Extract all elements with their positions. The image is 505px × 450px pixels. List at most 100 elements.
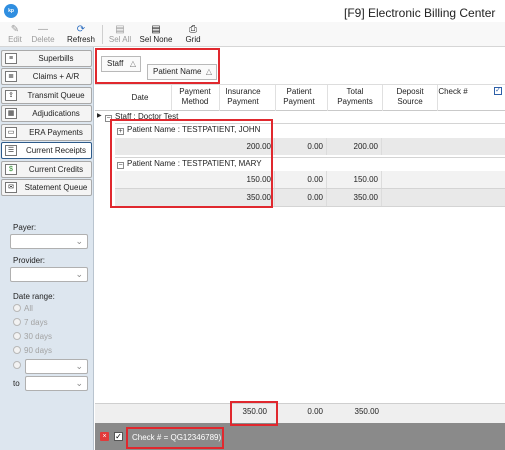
column-header: Date Payment Method Insurance Payment Pa…: [95, 85, 505, 111]
window-title: [F9] Electronic Billing Center: [344, 6, 496, 20]
date-to-dropdown[interactable]: ⌄: [25, 376, 88, 391]
refresh-button[interactable]: ⟳ Refresh: [65, 22, 97, 47]
date-range-label: Date range:: [13, 292, 55, 301]
col-divider: [382, 85, 383, 111]
delete-icon: —: [38, 24, 48, 35]
select-none-label: Sel None: [139, 35, 173, 44]
cell-total-payments: 150.00: [327, 171, 382, 188]
select-none-button[interactable]: ▤ Sel None: [137, 22, 175, 47]
sidebar-item-label: ERA Payments: [29, 128, 83, 137]
sidebar-item-superbills[interactable]: ≡ Superbills: [1, 50, 92, 67]
radio-dot-icon: [13, 318, 21, 326]
col-check-no[interactable]: Check #: [438, 87, 468, 97]
payer-dropdown[interactable]: ⌄: [10, 234, 88, 249]
payer-label: Payer:: [13, 223, 37, 232]
col-patient-payment[interactable]: Patient Payment: [276, 87, 322, 107]
sidebar-item-label: Statement Queue: [24, 183, 88, 192]
filter-enabled-checkbox[interactable]: ✓: [114, 432, 123, 441]
radio-all-label: All: [24, 304, 33, 313]
adjudications-icon: ▦: [5, 108, 17, 119]
date-from-dropdown[interactable]: ⌄: [25, 359, 88, 374]
radio-7-days-label: 7 days: [24, 318, 48, 327]
chevron-down-icon: ⌄: [75, 269, 83, 279]
radio-30-days-label: 30 days: [24, 332, 53, 341]
select-all-checkbox[interactable]: ✓: [494, 87, 502, 95]
sidebar-item-label: Claims + A/R: [32, 72, 80, 81]
clear-filter-button[interactable]: ×: [100, 432, 109, 441]
radio-7-days[interactable]: 7 days: [13, 318, 48, 327]
summary-grand-total: 350.00: [354, 407, 379, 416]
radio-30-days[interactable]: 30 days: [13, 332, 52, 341]
col-date[interactable]: Date: [117, 93, 163, 103]
col-payment-method[interactable]: Payment Method: [172, 87, 218, 107]
sidebar-item-claims[interactable]: ≣ Claims + A/R: [1, 68, 92, 85]
date-to-label: to: [13, 379, 20, 388]
edit-label: Edit: [8, 35, 22, 44]
sidebar-item-label: Current Receipts: [25, 146, 87, 155]
statement-icon: ✉: [5, 182, 17, 193]
transmit-icon: ⇪: [5, 90, 17, 101]
radio-all[interactable]: All: [13, 304, 33, 313]
select-all-label: Sel All: [108, 35, 132, 44]
refresh-label: Refresh: [66, 35, 95, 44]
select-none-icon: ▤: [151, 24, 161, 35]
select-all-button[interactable]: ▤ Sel All: [106, 22, 134, 47]
highlight-box-filter: [126, 427, 224, 449]
superbills-icon: ≡: [5, 53, 17, 64]
radio-90-days-label: 90 days: [24, 346, 53, 355]
cell-patient-payment: 0.00: [275, 171, 327, 188]
sidebar-item-transmit-queue[interactable]: ⇪ Transmit Queue: [1, 87, 92, 104]
highlight-box-patient-rows: [110, 119, 273, 208]
grid-label: Grid: [185, 35, 201, 44]
cell-total-payments: 200.00: [327, 138, 382, 155]
pencil-icon: ✎: [10, 24, 20, 35]
sidebar-item-era-payments[interactable]: ▭ ERA Payments: [1, 124, 92, 141]
chevron-down-icon: ⌄: [75, 361, 83, 371]
sidebar-item-label: Superbills: [38, 54, 74, 63]
summary-patient-total: 0.00: [307, 407, 323, 416]
receipts-icon: ☰: [5, 145, 17, 156]
chevron-down-icon: ⌄: [75, 378, 83, 388]
delete-label: Delete: [31, 35, 55, 44]
edit-button[interactable]: ✎ Edit: [4, 22, 26, 47]
radio-dot-icon: [13, 332, 21, 340]
provider-dropdown[interactable]: ⌄: [10, 267, 88, 282]
col-total-payments[interactable]: Total Payments: [328, 87, 382, 107]
col-deposit-source[interactable]: Deposit Source: [385, 87, 435, 107]
sidebar-item-label: Current Credits: [28, 165, 84, 174]
sidebar-item-current-credits[interactable]: $ Current Credits: [1, 161, 92, 178]
delete-button[interactable]: — Delete: [29, 22, 57, 47]
row-indicator-icon: ▶: [97, 113, 102, 119]
credits-icon: $: [5, 164, 17, 175]
select-all-icon: ▤: [115, 24, 125, 35]
sidebar: ≡ Superbills ≣ Claims + A/R ⇪ Transmit Q…: [0, 47, 94, 450]
grid-button[interactable]: ⎙ Grid: [182, 22, 204, 47]
cell-patient-payment: 0.00: [275, 138, 327, 155]
main-panel: Staff △ Patient Name △ Date Payment Meth…: [95, 47, 505, 450]
provider-label: Provider:: [13, 256, 46, 265]
toolbar: ✎ Edit — Delete ⟳ Refresh ▤ Sel All ▤ Se…: [0, 22, 505, 47]
highlight-box-summary: [230, 401, 278, 426]
era-icon: ▭: [5, 127, 17, 138]
sidebar-item-label: Adjudications: [32, 109, 80, 118]
radio-90-days[interactable]: 90 days: [13, 346, 52, 355]
app-logo-icon: kp: [4, 4, 18, 18]
radio-dot-icon: [13, 346, 21, 354]
toolbar-separator: [102, 25, 103, 44]
sidebar-item-label: Transmit Queue: [27, 91, 85, 100]
col-insurance-payment[interactable]: Insurance Payment: [220, 87, 266, 107]
sidebar-item-adjudications[interactable]: ▦ Adjudications: [1, 105, 92, 122]
printer-icon: ⎙: [189, 24, 197, 35]
cell-total-payments: 350.00: [327, 189, 382, 206]
summary-row: 350.00 0.00 350.00: [95, 403, 505, 423]
cell-patient-payment: 0.00: [275, 189, 327, 206]
sidebar-item-statement-queue[interactable]: ✉ Statement Queue: [1, 179, 92, 196]
chevron-down-icon: ⌄: [75, 236, 83, 246]
radio-dot-icon: [13, 304, 21, 312]
refresh-icon: ⟳: [76, 24, 86, 35]
sidebar-item-current-receipts[interactable]: ☰ Current Receipts: [1, 142, 92, 159]
claims-icon: ≣: [5, 71, 17, 82]
radio-custom[interactable]: [13, 361, 24, 370]
highlight-box-grouping: [95, 48, 220, 84]
radio-dot-icon: [13, 361, 21, 369]
